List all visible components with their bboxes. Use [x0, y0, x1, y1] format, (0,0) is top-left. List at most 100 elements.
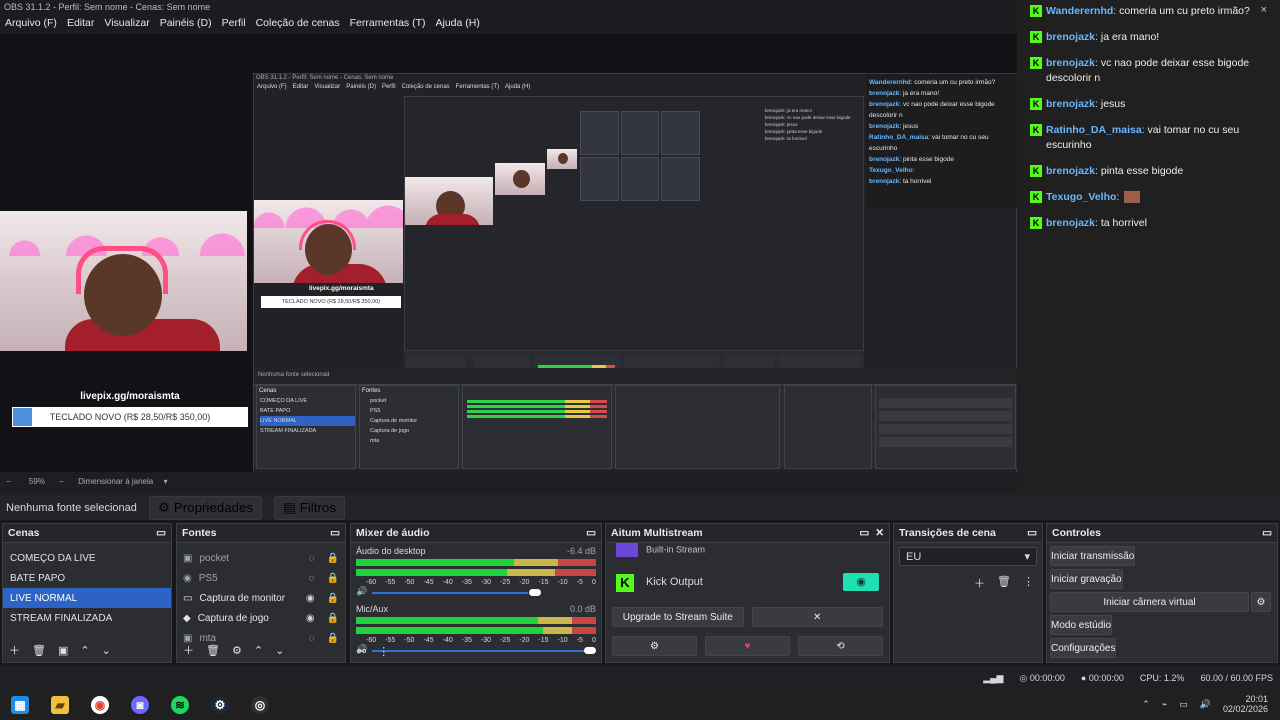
link-icon[interactable]: ⚯	[357, 645, 366, 658]
start-virtual-camera-button[interactable]: Iniciar câmera virtual	[1050, 592, 1249, 612]
source-item[interactable]: ▭ Captura de monitor ◉ 🔒	[177, 588, 345, 608]
clock[interactable]: 20:01 02/02/2026	[1223, 694, 1268, 714]
live-toggle-icon[interactable]: ◉	[843, 573, 879, 591]
kick-icon: K	[1030, 98, 1042, 110]
menu-colecao-cenas[interactable]: Coleção de cenas	[256, 17, 340, 31]
sources-panel: Fontes ▭ ▣ pocket ◌ 🔒 ◉ PS5 ◌ 🔒 ▭ Captura de mon…	[176, 523, 346, 663]
settings-button[interactable]: Configurações	[1050, 638, 1117, 658]
dock-icon[interactable]: ▭	[1027, 527, 1037, 539]
chevron-down-icon[interactable]: ⌄	[275, 644, 284, 657]
scene-item[interactable]: BATE PAPO	[3, 568, 171, 588]
kick-icon: K	[1030, 124, 1042, 136]
trash-icon[interactable]: 🗑	[997, 575, 1011, 591]
scene-item[interactable]: COMEÇO DA LIVE	[3, 548, 171, 568]
kick-icon: K	[1030, 31, 1042, 43]
dock-icon[interactable]: ▭	[859, 527, 869, 539]
more-icon[interactable]: ⋮	[378, 645, 389, 658]
settings-gear-icon[interactable]: ⚙	[612, 636, 697, 656]
scene-item[interactable]: STREAM FINALIZADA	[3, 608, 171, 628]
remove-button[interactable]: ✕	[751, 607, 883, 627]
selected-source-label: Nenhuma fonte selecionad	[6, 501, 137, 514]
overlay-url: livepix.gg/moraismta	[80, 391, 180, 402]
properties-button[interactable]: ⚙ Propriedades	[148, 495, 263, 520]
menu-ferramentas[interactable]: Ferramentas (T)	[350, 17, 426, 31]
chevron-down-icon[interactable]: ▾	[163, 477, 167, 486]
desktop-volume-slider[interactable]: 🔊	[356, 586, 596, 596]
kick-icon: K	[1030, 217, 1042, 229]
add-icon[interactable]: ＋	[183, 642, 194, 658]
filter-icon[interactable]: ▣	[58, 644, 68, 657]
monitor-icon: ▭	[1179, 698, 1188, 709]
obs-window: OBS 31.1.2 - Perfil: Sem nome - Cenas: S…	[0, 0, 1018, 506]
source-item[interactable]: ◉ PS5 ◌ 🔒	[177, 568, 345, 588]
menu-visualizar[interactable]: Visualizar	[104, 17, 149, 31]
scene-item-selected[interactable]: LIVE NORMAL	[3, 588, 171, 608]
refresh-icon[interactable]: ⟲	[798, 636, 883, 656]
camera-icon: ◉	[183, 572, 192, 584]
filters-button[interactable]: ▤ Filtros	[274, 495, 345, 520]
trash-icon[interactable]: 🗑	[206, 644, 220, 657]
discord-icon[interactable]: ◙	[131, 696, 149, 714]
upgrade-button[interactable]: Upgrade to Stream Suite	[612, 607, 744, 627]
nested-menu: Arquivo (F) Editar Visualizar Painéis (D) Pe…	[257, 84, 531, 90]
scene-preview[interactable]: livepix.gg/moraismta TECLADO NOVO (R$ 28…	[0, 34, 1018, 506]
webcam-feed	[0, 211, 247, 351]
dock-icon[interactable]: ▭	[586, 527, 596, 539]
audio-mixer-panel: Mixer de áudio ▭ Áudio do desktop -6.4 dB …	[350, 523, 602, 663]
close-icon[interactable]: ×	[1261, 4, 1267, 16]
gear-icon[interactable]: ⚙	[232, 644, 242, 657]
menu-bar: Arquivo (F) Editar Visualizar Painéis (D…	[0, 14, 1017, 34]
chevron-down-icon[interactable]: ⌄	[102, 644, 111, 657]
source-item[interactable]: ◆ Captura de jogo ◉ 🔒	[177, 608, 345, 628]
partial-stream-item[interactable]: Built-in Stream	[606, 543, 889, 562]
kick-icon: K	[1030, 57, 1042, 69]
speaker-icon: 🔊	[356, 586, 368, 596]
window-title: OBS 31.1.2 - Perfil: Sem nome - Cenas: S…	[4, 2, 211, 12]
nested-title: OBS 31.1.2 - Perfil: Sem nome - Cenas: S…	[256, 75, 394, 81]
chat-message: Kbrenojazk: vc nao pode deixar esse bigo…	[1030, 56, 1270, 86]
close-icon[interactable]: ✕	[875, 527, 884, 539]
spotify-icon[interactable]: ≋	[171, 696, 189, 714]
system-tray: ⌃ ⌁ ▭ 🔊 20:01 02/02/2026	[1142, 694, 1268, 714]
transition-select[interactable]: EU ▾	[899, 547, 1037, 566]
menu-ajuda[interactable]: Ajuda (H)	[435, 17, 479, 31]
eye-off-icon: ◌	[308, 572, 315, 584]
chevron-up-icon: ⌃	[1142, 698, 1150, 709]
menu-arquivo[interactable]: Arquivo (F)	[5, 17, 57, 31]
dock-icon[interactable]: ▭	[330, 527, 340, 539]
dock-icon[interactable]: ▭	[1262, 527, 1272, 539]
trash-icon[interactable]: 🗑	[32, 644, 46, 657]
more-icon[interactable]: ⋮	[1023, 575, 1034, 591]
chevron-up-icon[interactable]: ⌃	[80, 644, 89, 657]
chrome-icon[interactable]: ◉	[91, 696, 109, 714]
scenes-title: Cenas	[8, 527, 40, 539]
studio-mode-button[interactable]: Modo estúdio	[1050, 615, 1113, 635]
virtual-camera-gear-icon[interactable]: ⚙	[1251, 592, 1271, 612]
dock-icon[interactable]: ▭	[156, 527, 166, 539]
lock-icon: 🔒	[326, 612, 339, 624]
start-recording-button[interactable]: Iniciar gravação	[1050, 569, 1123, 589]
zoom-minus[interactable]: −	[6, 477, 11, 486]
obs-icon[interactable]: ◎	[251, 696, 269, 714]
source-toolbar: Nenhuma fonte selecionad ⚙ Propriedades ▤…	[0, 495, 1280, 520]
preview-zoom-bar: − 59% − Dimensionar à janela ▾	[0, 472, 1017, 495]
heart-icon[interactable]: ♥	[705, 636, 790, 656]
source-item[interactable]: ▣ pocket ◌ 🔒	[177, 548, 345, 568]
steam-icon[interactable]: ⚙	[211, 696, 229, 714]
zoom-mode[interactable]: Dimensionar à janela	[78, 477, 153, 486]
signal-icon: ▂▄▆	[983, 672, 1004, 683]
start-icon[interactable]: ▦	[11, 696, 29, 714]
nested-chat: Wanderernhd: comeria um cu preto irmão? …	[866, 74, 1018, 208]
multistream-title: Aitum Multistream	[611, 527, 703, 539]
add-icon[interactable]: ＋	[974, 575, 985, 591]
zoom-percent[interactable]: 59%	[29, 477, 45, 486]
file-explorer-icon[interactable]: ▰	[51, 696, 69, 714]
zoom-minus-icon: −	[59, 477, 64, 486]
chevron-up-icon[interactable]: ⌃	[254, 644, 263, 657]
add-icon[interactable]: ＋	[9, 642, 20, 658]
menu-perfil[interactable]: Perfil	[222, 17, 246, 31]
kick-output-row[interactable]: K Kick Output ◉	[606, 562, 889, 602]
start-streaming-button[interactable]: Iniciar transmissão	[1050, 546, 1136, 566]
menu-paineis[interactable]: Painéis (D)	[160, 17, 212, 31]
menu-editar[interactable]: Editar	[67, 17, 94, 31]
